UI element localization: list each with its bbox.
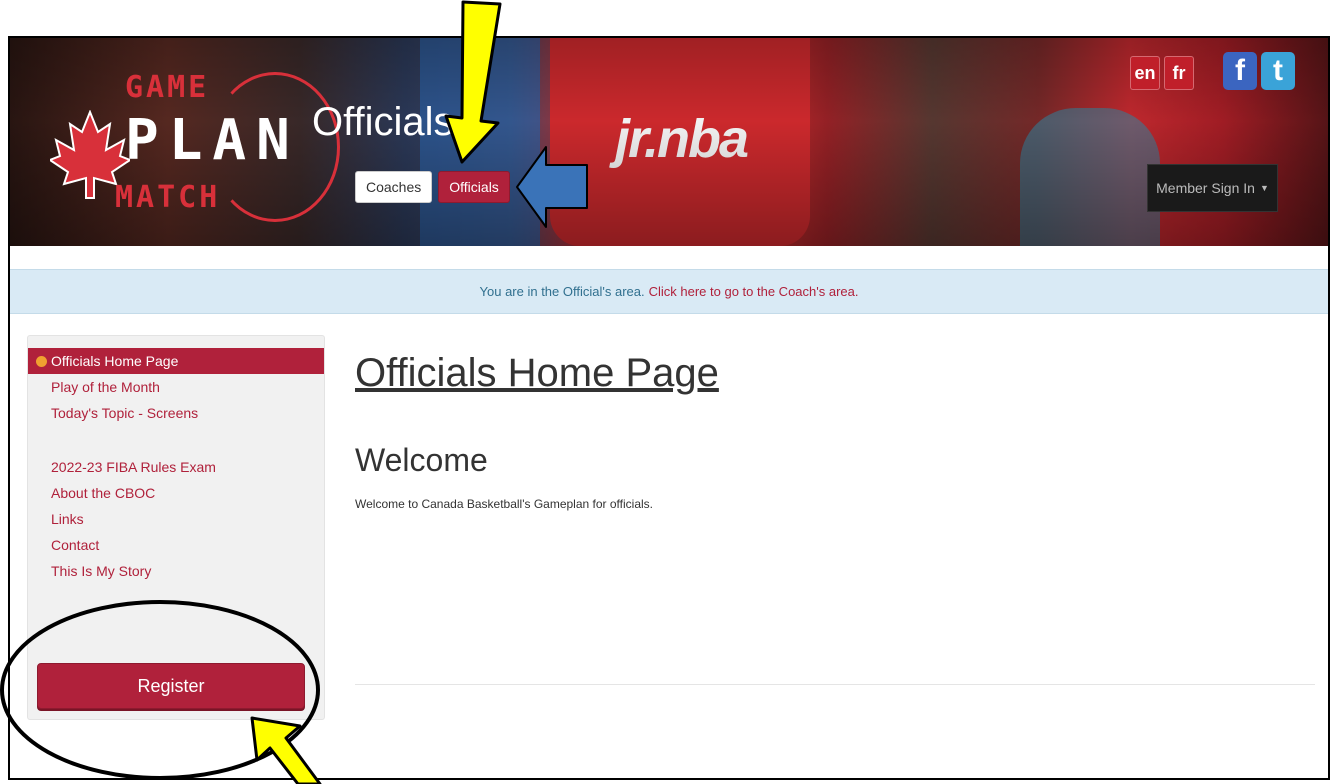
language-fr-button[interactable]: fr <box>1164 56 1194 90</box>
language-en-button[interactable]: en <box>1130 56 1160 90</box>
social-links: f t <box>1223 52 1295 90</box>
sidebar-item-rules-exam[interactable]: 2022-23 FIBA Rules Exam <box>28 454 324 480</box>
sidebar-item-todays-topic[interactable]: Today's Topic - Screens <box>28 400 324 426</box>
tab-officials[interactable]: Officials <box>438 171 510 203</box>
member-signin-dropdown[interactable]: Member Sign In ▼ <box>1147 164 1278 212</box>
area-notice-bar: You are in the Official's area. Click he… <box>10 269 1328 314</box>
banner-shirt-logo: jr.nba <box>615 109 749 169</box>
welcome-heading: Welcome <box>355 442 488 478</box>
coach-area-link[interactable]: Click here to go to the Coach's area. <box>649 284 859 299</box>
basketball-icon <box>36 356 47 367</box>
register-button[interactable]: Register <box>37 663 305 709</box>
sidebar-item-links[interactable]: Links <box>28 506 324 532</box>
caret-down-icon: ▼ <box>1259 183 1269 193</box>
main-heading: Officials Home Page <box>355 351 719 395</box>
sidebar-nav: Officials Home Page Play of the Month To… <box>27 335 325 720</box>
logo-text-plan: PLAN <box>125 108 300 173</box>
sidebar-item-officials-home[interactable]: Officials Home Page <box>28 348 324 374</box>
page-title: Officials <box>312 100 454 144</box>
logo-text-match: MATCH <box>115 180 221 215</box>
member-signin-label: Member Sign In <box>1156 180 1255 196</box>
divider <box>355 684 1315 685</box>
welcome-text: Welcome to Canada Basketball's Gameplan … <box>355 497 653 511</box>
logo-text-game: GAME <box>125 70 210 105</box>
main-content: Officials Home Page Welcome Welcome to C… <box>355 343 1315 685</box>
sidebar-item-label: Officials Home Page <box>51 353 179 369</box>
facebook-icon[interactable]: f <box>1223 52 1257 90</box>
section-tabs: Coaches Officials <box>355 171 510 203</box>
banner-photo-shirt <box>550 38 810 246</box>
twitter-icon[interactable]: t <box>1261 52 1295 90</box>
browser-frame: jr.nba GAME PLAN MATCH Officials Coaches… <box>8 36 1330 780</box>
tab-coaches[interactable]: Coaches <box>355 171 433 203</box>
header-banner: jr.nba GAME PLAN MATCH Officials Coaches… <box>10 38 1328 246</box>
sidebar-item-contact[interactable]: Contact <box>28 532 324 558</box>
banner-photo-player <box>1020 108 1160 246</box>
language-switcher: en fr <box>1130 56 1194 90</box>
sidebar-item-my-story[interactable]: This Is My Story <box>28 558 324 584</box>
gameplan-logo[interactable]: GAME PLAN MATCH <box>50 52 340 232</box>
area-notice-text: You are in the Official's area. <box>479 284 645 299</box>
sidebar-item-play-of-the-month[interactable]: Play of the Month <box>28 374 324 400</box>
sidebar-item-about-cboc[interactable]: About the CBOC <box>28 480 324 506</box>
